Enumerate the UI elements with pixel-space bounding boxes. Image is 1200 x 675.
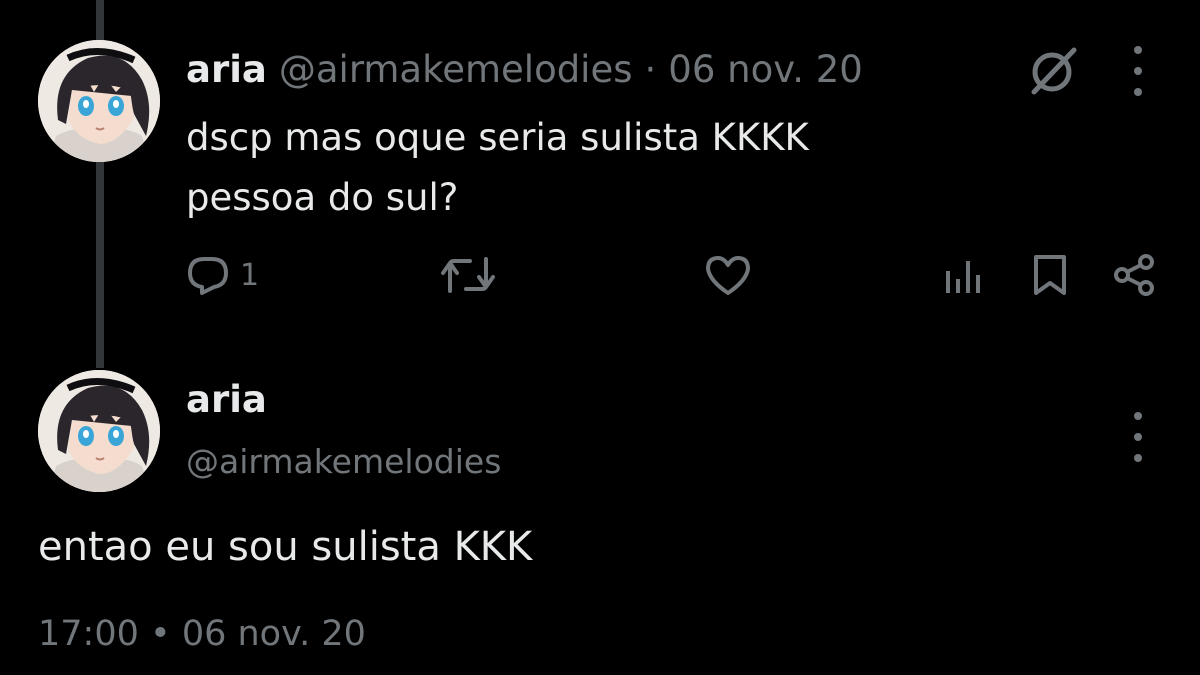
author-name[interactable]: aria <box>186 378 267 421</box>
tweet-time: 17:00 <box>38 614 139 654</box>
reply-button[interactable]: 1 <box>186 250 259 300</box>
grok-icon[interactable] <box>1026 42 1082 98</box>
author-handle[interactable]: @airmakemelodies <box>279 48 633 91</box>
like-button[interactable] <box>704 250 752 300</box>
avatar[interactable] <box>38 370 160 492</box>
share-button[interactable] <box>1112 250 1158 300</box>
tweet-text: dscp mas oque seria sulista KKKK pessoa … <box>186 108 986 228</box>
bookmark-button[interactable] <box>1030 250 1070 300</box>
author-name[interactable]: aria <box>186 48 267 91</box>
tweet-header: aria @airmakemelodies · 06 nov. 20 <box>186 44 863 94</box>
retweet-button[interactable] <box>440 250 496 300</box>
header-separator: · <box>644 47 657 91</box>
author-handle[interactable]: @airmakemelodies <box>186 442 501 481</box>
retweet-icon <box>440 253 496 297</box>
bookmark-icon <box>1030 253 1070 297</box>
tweet-text-line: pessoa do sul? <box>186 176 459 219</box>
tweet-date[interactable]: 06 nov. 20 <box>668 48 863 91</box>
tweet-date: 06 nov. 20 <box>181 614 366 654</box>
more-icon[interactable] <box>1128 46 1148 96</box>
tweet-text-line: dscp mas oque seria sulista KKKK <box>186 116 809 159</box>
tweet-text: entao eu sou sulista KKK <box>38 524 533 570</box>
views-icon <box>940 253 984 297</box>
heart-icon <box>704 253 752 297</box>
reply-count: 1 <box>240 257 260 293</box>
timestamp-separator: • <box>150 614 171 654</box>
share-icon <box>1112 252 1158 298</box>
tweet-thread-view: aria @airmakemelodies · 06 nov. 20 dscp … <box>0 0 1200 675</box>
more-icon[interactable] <box>1128 412 1148 462</box>
views-button[interactable] <box>940 250 984 300</box>
avatar[interactable] <box>38 40 160 162</box>
tweet-timestamp[interactable]: 17:00 • 06 nov. 20 <box>38 614 366 654</box>
reply-icon <box>186 253 230 297</box>
